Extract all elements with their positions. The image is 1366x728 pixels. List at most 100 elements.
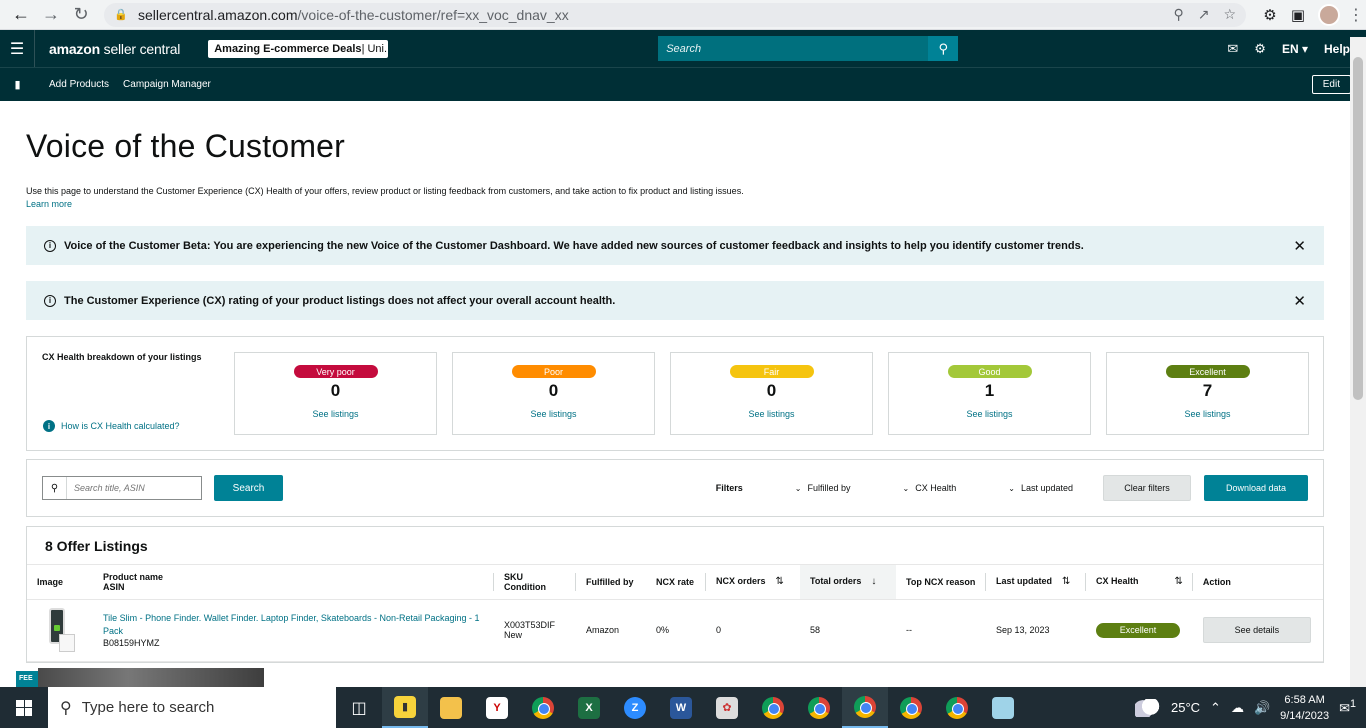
bookmark-add-products[interactable]: Add Products (49, 79, 109, 90)
notifications-icon[interactable]: ✉1 (1339, 698, 1356, 716)
health-pill: Good (947, 365, 1032, 378)
col-last-updated[interactable]: Last updated ⇅ (986, 565, 1086, 600)
sku-cell: X003T53DIF New (494, 599, 576, 662)
close-icon[interactable]: ✕ (1293, 237, 1306, 255)
page-scrollbar[interactable] (1350, 37, 1366, 687)
top-search-input[interactable] (658, 36, 929, 61)
seller-central-logo[interactable]: amazon seller central (49, 41, 180, 57)
task-view-icon[interactable]: ◫ (336, 687, 382, 728)
see-listings-link[interactable]: See listings (530, 409, 576, 419)
col-ncx-orders[interactable]: NCX orders ⇅ (706, 565, 800, 600)
zoom-app-icon[interactable]: Z (612, 687, 658, 728)
help-link[interactable]: Help (1324, 42, 1350, 56)
gear-icon[interactable]: ⚙ (1254, 41, 1266, 57)
fulfilled-by-filter[interactable]: ⌄ Fulfilled by (795, 483, 851, 493)
chrome-icon[interactable] (888, 687, 934, 728)
learn-more-link[interactable]: Learn more (26, 199, 1324, 209)
col-action: Action (1192, 565, 1323, 600)
main-content: Voice of the Customer Use this page to u… (26, 107, 1324, 663)
health-count: 7 (1202, 381, 1213, 400)
sidepanel-icon[interactable]: ▣ (1284, 1, 1312, 29)
notepad-icon[interactable] (980, 687, 1026, 728)
sticky-notes-icon[interactable]: ▮ (382, 687, 428, 728)
cx-health-breakdown: CX Health breakdown of your listings i H… (26, 336, 1324, 451)
download-data-button[interactable]: Download data (1204, 475, 1308, 501)
profile-avatar[interactable] (1318, 3, 1340, 26)
file-explorer-icon[interactable] (428, 687, 474, 728)
listing-search: ⚲ (42, 476, 202, 500)
health-count: 1 (984, 381, 995, 400)
mail-icon[interactable]: ✉ (1227, 41, 1238, 57)
search-button[interactable]: Search (214, 475, 283, 501)
system-tray: 25°C ⌃ ☁ 🔊 6:58 AM 9/14/2023 ✉1 (1134, 692, 1366, 724)
video-overlay (38, 668, 264, 687)
chevron-up-icon[interactable]: ⌃ (1210, 700, 1221, 716)
sort-icon[interactable]: ⇅ (776, 576, 784, 587)
scrollbar-thumb[interactable] (1353, 57, 1363, 400)
edit-bookmarks-button[interactable]: Edit (1311, 75, 1351, 94)
cx-health-filter[interactable]: ⌄ CX Health (903, 483, 957, 493)
feedback-tab[interactable]: FEE (16, 671, 40, 687)
see-details-button[interactable]: See details (1202, 617, 1311, 643)
reload-icon[interactable]: ↻ (66, 0, 96, 30)
bookmark-icon[interactable]: ▮ (0, 78, 35, 91)
col-ncx-rate[interactable]: NCX rate (646, 565, 706, 600)
menu-icon[interactable]: ⋮ (1346, 5, 1366, 25)
health-pill: Very poor (293, 365, 378, 378)
word-icon[interactable]: W (658, 687, 704, 728)
listings-title: 8 Offer Listings (27, 527, 1323, 565)
taskbar-search[interactable]: ⚲ Type here to search (48, 687, 336, 728)
last-updated-filter[interactable]: ⌄ Last updated (1008, 483, 1073, 493)
listings-table: Image Product name ASIN SKU Condition Fulf… (27, 565, 1323, 662)
app-icon[interactable]: Y (474, 687, 520, 728)
product-name-link[interactable]: Tile Slim - Phone Finder. Wallet Finder.… (103, 612, 484, 638)
cx-banner: i The Customer Experience (CX) rating of… (26, 281, 1324, 320)
browser-toolbar: ← → ↻ 🔒 sellercentral.amazon.com/voice-o… (0, 0, 1366, 30)
forward-icon[interactable]: → (36, 0, 66, 30)
see-listings-link[interactable]: See listings (1184, 409, 1230, 419)
chrome-icon[interactable] (934, 687, 980, 728)
hamburger-icon[interactable]: ☰ (0, 30, 35, 67)
volume-icon[interactable]: 🔊 (1254, 700, 1270, 716)
store-selector[interactable]: Amazing E-commerce Deals | Uni... (208, 39, 389, 58)
zoom-icon[interactable]: ⚲ (1173, 6, 1183, 23)
product-image[interactable] (27, 599, 93, 662)
col-total-orders[interactable]: Total orders ↓ (800, 565, 896, 600)
chrome-icon[interactable] (842, 687, 888, 728)
listing-search-input[interactable] (67, 483, 201, 493)
paint-icon[interactable]: ✿ (704, 687, 750, 728)
col-sku: SKU Condition (494, 565, 576, 600)
health-pill: Fair (729, 365, 814, 378)
network-icon[interactable]: ☁ (1231, 700, 1244, 716)
sort-down-icon[interactable]: ↓ (871, 576, 876, 587)
windows-start-icon[interactable] (0, 687, 48, 728)
see-listings-link[interactable]: See listings (966, 409, 1012, 419)
address-bar[interactable]: 🔒 sellercentral.amazon.com/voice-of-the-… (104, 2, 1246, 27)
language-selector[interactable]: EN ▾ (1282, 42, 1308, 56)
chrome-icon[interactable] (750, 687, 796, 728)
temperature[interactable]: 25°C (1171, 700, 1200, 715)
see-listings-link[interactable]: See listings (748, 409, 794, 419)
sort-icon[interactable]: ⇅ (1062, 576, 1070, 587)
weather-icon[interactable] (1134, 698, 1161, 717)
col-cx-health[interactable]: CX Health ⇅ (1086, 565, 1193, 600)
top-search: ⚲ (658, 36, 959, 61)
search-icon[interactable]: ⚲ (928, 36, 959, 61)
top-reason-value: -- (896, 599, 986, 662)
star-icon[interactable]: ☆ (1223, 6, 1236, 23)
excel-icon[interactable]: X (566, 687, 612, 728)
clear-filters-button[interactable]: Clear filters (1103, 475, 1191, 501)
share-icon[interactable]: ↗ (1198, 6, 1210, 23)
extensions-icon[interactable]: ⚙ (1256, 1, 1284, 29)
chrome-icon[interactable] (796, 687, 842, 728)
col-product-name: Product name ASIN (93, 565, 494, 600)
how-cx-calculated-link[interactable]: i How is CX Health calculated? (43, 420, 180, 432)
see-listings-link[interactable]: See listings (312, 409, 358, 419)
back-icon[interactable]: ← (6, 0, 36, 30)
bookmark-campaign-manager[interactable]: Campaign Manager (123, 79, 211, 90)
clock[interactable]: 6:58 AM 9/14/2023 (1280, 692, 1329, 724)
cx-banner-text: The Customer Experience (CX) rating of y… (64, 294, 616, 307)
sort-icon[interactable]: ⇅ (1175, 576, 1183, 587)
close-icon[interactable]: ✕ (1293, 292, 1306, 310)
chrome-icon[interactable] (520, 687, 566, 728)
